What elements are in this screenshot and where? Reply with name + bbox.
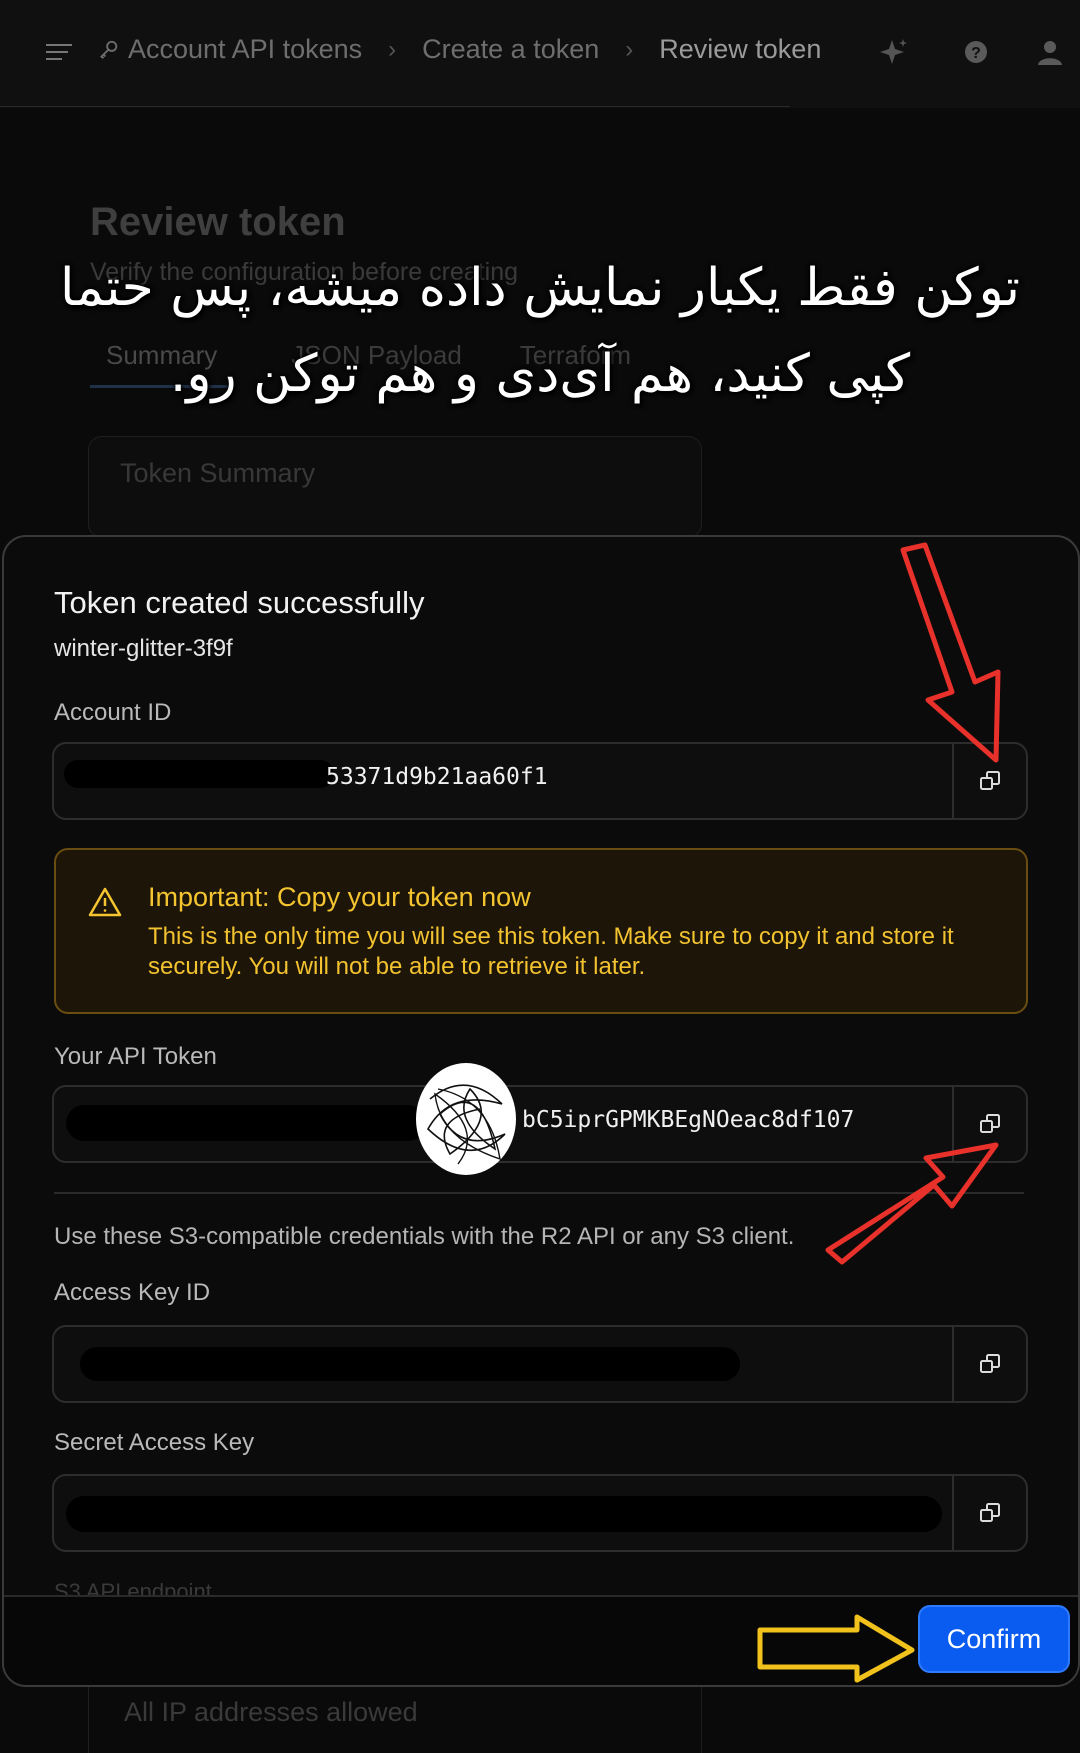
user-avatar-icon[interactable] xyxy=(1034,36,1066,68)
chevron-right-icon: › xyxy=(625,35,634,63)
copy-icon xyxy=(980,1503,1000,1522)
account-id-field[interactable]: 53371d9b21aa60f1 xyxy=(52,742,1028,820)
api-token-value: bC5iprGPMKBEgNOeac8df107 xyxy=(522,1107,855,1133)
svg-text:?: ? xyxy=(971,45,981,62)
redaction xyxy=(66,1496,942,1532)
persian-annotation-text: توکن فقط یکبار نمایش داده میشه، پس حتما … xyxy=(60,258,1020,404)
redaction xyxy=(64,760,334,788)
section-divider xyxy=(54,1192,1024,1194)
confirm-button[interactable]: Confirm xyxy=(918,1605,1070,1673)
modal-footer xyxy=(4,1595,1078,1685)
copy-icon xyxy=(980,771,1000,790)
account-id-label: Account ID xyxy=(54,699,172,726)
topbar-divider xyxy=(0,106,790,107)
copy-api-token-button[interactable] xyxy=(952,1087,1026,1161)
scribble-redaction xyxy=(416,1063,516,1175)
help-icon[interactable]: ? xyxy=(960,36,992,68)
copy-icon xyxy=(980,1354,1000,1373)
sparkle-icon[interactable] xyxy=(878,36,910,68)
warning-callout: Important: Copy your token now This is t… xyxy=(54,848,1028,1014)
secret-access-key-field[interactable] xyxy=(52,1474,1028,1552)
breadcrumb-review-token: Review token xyxy=(659,34,822,64)
warning-body: This is the only time you will see this … xyxy=(148,923,954,980)
access-key-id-field[interactable] xyxy=(52,1325,1028,1403)
access-key-id-label: Access Key ID xyxy=(54,1279,211,1306)
top-bar: Account API tokens › Create a token › Re… xyxy=(0,0,1080,108)
account-id-value: 53371d9b21aa60f1 xyxy=(326,764,548,790)
token-created-modal: Token created successfully winter-glitte… xyxy=(2,535,1080,1687)
warning-title: Important: Copy your token now xyxy=(148,882,531,912)
page-title: Review token xyxy=(90,200,346,244)
s3-credentials-note: Use these S3-compatible credentials with… xyxy=(54,1223,795,1250)
copy-account-id-button[interactable] xyxy=(952,744,1026,818)
redaction xyxy=(80,1347,740,1381)
api-token-label: Your API Token xyxy=(54,1043,217,1070)
warning-triangle-icon xyxy=(88,887,122,917)
modal-title: Token created successfully xyxy=(54,585,425,620)
copy-secret-key-button[interactable] xyxy=(952,1476,1026,1550)
copy-access-key-button[interactable] xyxy=(952,1327,1026,1401)
chevron-right-icon: › xyxy=(388,35,397,63)
token-name: winter-glitter-3f9f xyxy=(54,635,233,662)
key-icon xyxy=(100,40,118,59)
breadcrumb-account-api-tokens[interactable]: Account API tokens xyxy=(128,34,362,65)
menu-icon[interactable] xyxy=(46,44,72,64)
token-summary-title: Token Summary xyxy=(120,458,316,488)
redaction xyxy=(66,1105,426,1141)
breadcrumb-create-token[interactable]: Create a token xyxy=(422,34,599,65)
api-token-field[interactable]: bC5iprGPMKBEgNOeac8df107 xyxy=(52,1063,1028,1175)
breadcrumb: Account API tokens › Create a token › Re… xyxy=(98,34,821,65)
copy-icon xyxy=(980,1114,1000,1133)
ip-allowed-text: All IP addresses allowed xyxy=(124,1697,418,1727)
secret-access-key-label: Secret Access Key xyxy=(54,1429,255,1456)
